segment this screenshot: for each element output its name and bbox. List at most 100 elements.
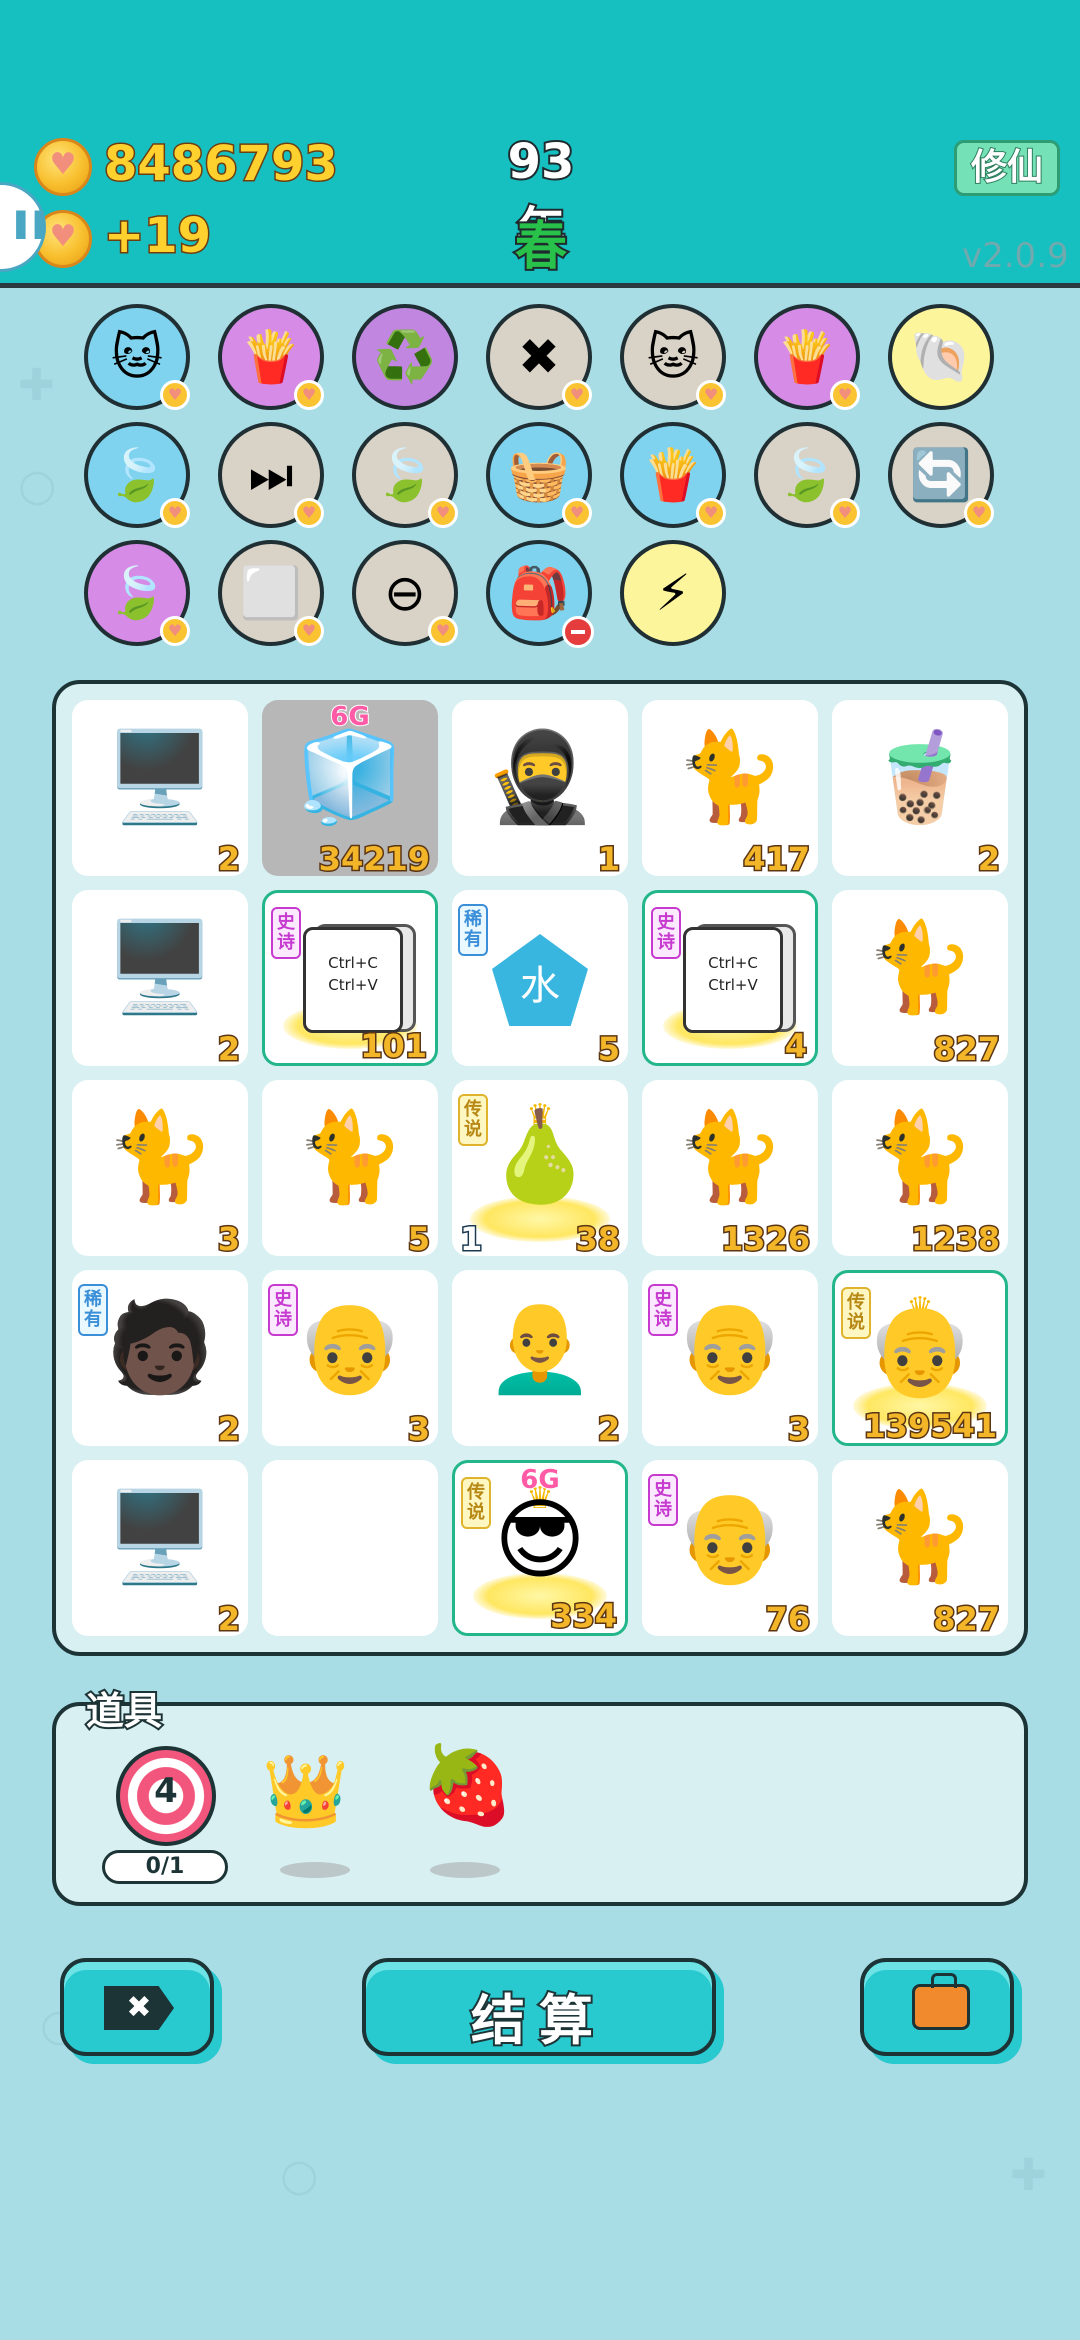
skill-icon[interactable]: 🍟 ♥ xyxy=(620,422,726,528)
coin-badge-icon: ♥ xyxy=(964,498,994,528)
board-cell[interactable]: 🧋 2 xyxy=(832,700,1008,880)
board-cell[interactable] xyxy=(262,1460,438,1636)
sixg-badge: 6G xyxy=(329,701,370,733)
skill-icon[interactable]: 🍃 ♥ xyxy=(754,422,860,528)
skill-icon[interactable]: ⬜ ♥ xyxy=(218,540,324,646)
board-cell[interactable]: 🖥️ 2 xyxy=(72,700,248,880)
skill-icon[interactable]: ⊖ ♥ xyxy=(352,540,458,646)
settle-button-label: 结算 xyxy=(469,1987,607,2054)
coin-badge-icon: ♥ xyxy=(428,498,458,528)
cell-count: 34219 xyxy=(317,839,431,880)
board-cell[interactable]: 🐈 827 xyxy=(832,890,1008,1070)
skill-glyph-icon: ⬜ xyxy=(239,563,303,622)
settle-button[interactable]: 结算 xyxy=(362,1958,716,2056)
crown-item[interactable]: 👑 xyxy=(262,1750,349,1833)
skill-icon[interactable]: 🔄 ♥ xyxy=(888,422,994,528)
card-text: Ctrl+V xyxy=(708,976,758,994)
cell-item-icon: 🧋 xyxy=(865,725,975,828)
board-cell[interactable]: 🧑🏿 稀有 2 xyxy=(72,1270,248,1450)
skill-icon[interactable]: 🧺 ♥ xyxy=(486,422,592,528)
board-cell[interactable]: 👴 史诗 3 xyxy=(642,1270,818,1450)
cell-item-icon: 🖥️ xyxy=(105,1485,215,1588)
version-label: v2.0.9 xyxy=(962,236,1069,276)
cell-count: 101 xyxy=(359,1026,429,1067)
board-cell[interactable]: 水稀有 5 xyxy=(452,890,628,1070)
cell-count: 2 xyxy=(596,1409,621,1450)
board-cell[interactable]: 🐈 5 xyxy=(262,1080,438,1260)
cell-count: 827 xyxy=(932,1599,1002,1640)
income-amount: +19 xyxy=(102,207,212,266)
board-cell[interactable]: 🐈 417 xyxy=(642,700,818,880)
card-text: Ctrl+V xyxy=(328,976,378,994)
gold-coin-icon xyxy=(34,138,92,196)
board-cell[interactable]: 👴 史诗 3 xyxy=(262,1270,438,1450)
board-cell[interactable]: 🧊 6G 34219 xyxy=(262,700,438,880)
cell-item-icon: 🐈 xyxy=(675,725,785,828)
cell-count: 334 xyxy=(549,1596,619,1637)
coin-badge-icon: ♥ xyxy=(830,380,860,410)
cell-count: 3 xyxy=(786,1409,811,1450)
gold-amount: 8486793 xyxy=(103,135,340,194)
side-avatar-tab[interactable] xyxy=(0,182,46,272)
cell-count: 4 xyxy=(783,1026,808,1067)
board-cell[interactable]: ♛ 🍐 传说 1 38 xyxy=(452,1080,628,1260)
board-cell[interactable]: 👴 史诗 76 xyxy=(642,1460,818,1640)
top-status-bar: 8486793 +19 93年 春 修仙 v2.0.9 xyxy=(0,0,1080,288)
cell-item-icon: 🧊 xyxy=(295,725,405,828)
skill-glyph-icon: 🔄 xyxy=(909,445,973,504)
board-cell[interactable]: 🥷 1 xyxy=(452,700,628,880)
coin-badge-icon: ♥ xyxy=(160,616,190,646)
board-cell[interactable]: 🐈 1238 xyxy=(832,1080,1008,1260)
skill-icon[interactable]: 🐱 ♥ xyxy=(620,304,726,410)
skill-icon[interactable]: 🍟 ♥ xyxy=(754,304,860,410)
rarity-tag: 传说 xyxy=(461,1477,491,1529)
skill-glyph-icon: 🐱 xyxy=(646,328,700,386)
board-cell[interactable]: 🐈 827 xyxy=(832,1460,1008,1640)
board-cell[interactable]: ♛ 😎 6G 传说 334 xyxy=(452,1460,628,1637)
props-label: 道具 xyxy=(84,1687,164,1735)
skill-glyph-icon: 🍟 xyxy=(775,327,839,386)
briefcase-button[interactable] xyxy=(860,1958,1014,2056)
skill-glyph-icon: 🍃 xyxy=(105,563,169,622)
bayberry-item-shadow xyxy=(430,1862,500,1878)
season-label: 春 xyxy=(513,215,569,279)
skill-icon[interactable]: ⏭ ♥ xyxy=(218,422,324,528)
quit-button[interactable]: ✖ xyxy=(60,1958,214,2056)
coin-badge-icon: ♥ xyxy=(160,498,190,528)
board-cell[interactable]: ♛ 👴 传说 139541 xyxy=(832,1270,1008,1447)
cell-count: 2 xyxy=(216,839,241,880)
skill-glyph-icon: ♻️ xyxy=(373,327,437,386)
cell-sub-count: 1 xyxy=(458,1219,483,1260)
cell-count: 5 xyxy=(596,1029,621,1070)
skill-icon[interactable]: 🎒 xyxy=(486,540,594,648)
skill-icon[interactable]: 🍃 ♥ xyxy=(84,422,190,528)
skill-icon[interactable]: ✖ ♥ xyxy=(486,304,592,410)
board-cell[interactable]: 🐈 3 xyxy=(72,1080,248,1260)
board-cell[interactable]: 🖥️ 2 xyxy=(72,1460,248,1640)
copy-paste-card-icon: Ctrl+C Ctrl+V xyxy=(683,927,783,1033)
cell-item-icon: 🖥️ xyxy=(105,725,215,828)
rarity-tag: 传说 xyxy=(458,1094,488,1146)
skill-glyph-icon: 🎒 xyxy=(507,563,571,622)
skill-icon[interactable]: ⚡ xyxy=(620,540,726,646)
skill-icon[interactable]: 🍃 ♥ xyxy=(84,540,190,646)
board-cell[interactable]: 🖥️ 2 xyxy=(72,890,248,1070)
bayberry-item[interactable]: 🍓 xyxy=(420,1740,515,1830)
coin-badge-icon: ♥ xyxy=(294,380,324,410)
board-cell[interactable]: Ctrl+C Ctrl+V 史诗 4 xyxy=(642,890,818,1067)
background-decoration: ✚ xyxy=(18,360,55,411)
skill-icon[interactable]: 🐱 ♥ xyxy=(84,304,190,410)
rarity-tag: 史诗 xyxy=(648,1474,678,1526)
cell-count: 2 xyxy=(216,1409,241,1450)
xiuxian-button[interactable]: 修仙 xyxy=(954,140,1060,196)
skill-icon[interactable]: 🐚 xyxy=(888,304,994,410)
cell-item-icon: 🐈 xyxy=(865,1485,975,1588)
board-cell[interactable]: Ctrl+C Ctrl+V 史诗 101 xyxy=(262,890,438,1067)
skill-icon[interactable]: ♻️ xyxy=(352,304,458,410)
skill-icon[interactable]: 🍟 ♥ xyxy=(218,304,324,410)
cell-count: 2 xyxy=(976,839,1001,880)
skill-icon[interactable]: 🍃 ♥ xyxy=(352,422,458,528)
board-cell[interactable]: 🐈 1326 xyxy=(642,1080,818,1260)
target-item-progress: 0/1 xyxy=(102,1850,228,1884)
board-cell[interactable]: 👨‍🦲 2 xyxy=(452,1270,628,1450)
